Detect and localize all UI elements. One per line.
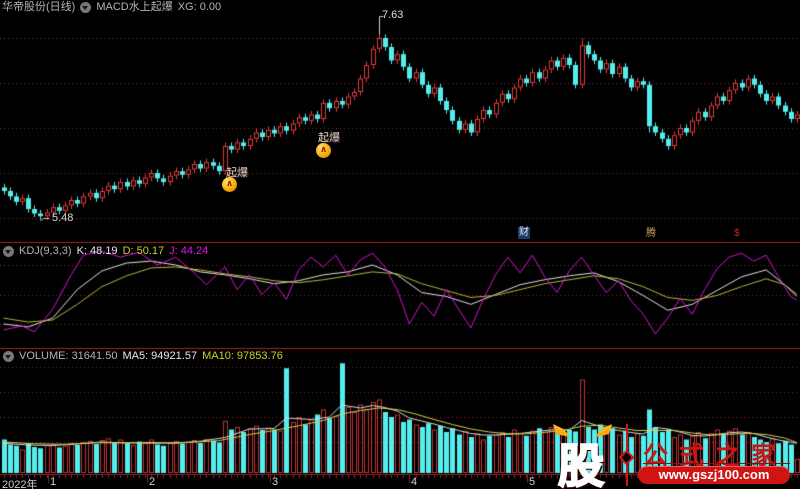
- panel-watermark: 财: [518, 227, 530, 239]
- volume-ma10-value: MA10: 97853.76: [202, 350, 283, 362]
- up-chevron-icon: ∧: [225, 178, 234, 188]
- axis-month-label: 5: [529, 476, 536, 488]
- site-name-underline: [643, 463, 790, 464]
- logo-character: 股: [557, 439, 605, 489]
- axis-month-label: 2: [149, 476, 156, 488]
- kdj-j-value: J: 44.24: [169, 245, 209, 257]
- axis-month-label: 4: [411, 476, 418, 488]
- volume-value: VOLUME: 31641.50: [19, 350, 118, 362]
- volume-header: VOLUME: 31641.50 MA5: 94921.57 MA10: 978…: [3, 350, 283, 362]
- site-url-badge: www.gszj100.com: [638, 466, 790, 484]
- kdj-d-value: D: 50.17: [122, 245, 165, 257]
- axis-month-label: 2022年: [2, 479, 38, 489]
- collapse-icon[interactable]: [3, 245, 14, 257]
- volume-ma5-value: MA5: 94921.57: [122, 350, 198, 362]
- signal-burst-icon: ∧: [316, 143, 331, 158]
- kdj-k-value: K: 48.19: [76, 245, 118, 257]
- indicator-xg-value: XG: 0.00: [177, 1, 222, 13]
- kdj-header: KDJ(9,3,3) K: 48.19 D: 50.17 J: 44.24: [3, 245, 208, 257]
- collapse-icon[interactable]: [3, 350, 14, 362]
- main-header: 华帝股份(日线) MACD水上起爆 XG: 0.00: [2, 1, 221, 13]
- signal-burst-icon: ∧: [222, 177, 237, 192]
- stock-chart-window: 华帝股份(日线) MACD水上起爆 XG: 0.00 KDJ(9,3,3) K:…: [0, 0, 800, 489]
- kdj-indicator-name: KDJ(9,3,3): [19, 245, 72, 257]
- axis-month-label: 1: [50, 476, 57, 488]
- axis-month-label: 3: [272, 476, 279, 488]
- panel-watermark: $: [734, 228, 740, 239]
- up-chevron-icon: ∧: [319, 144, 328, 154]
- collapse-icon[interactable]: [80, 1, 92, 13]
- price-high-label: 7.63: [382, 9, 404, 21]
- panel-watermark: 腾: [646, 228, 656, 239]
- price-low-label: 5.48: [52, 212, 74, 224]
- stock-title: 华帝股份(日线): [2, 1, 76, 13]
- indicator-name: MACD水上起爆: [96, 1, 173, 13]
